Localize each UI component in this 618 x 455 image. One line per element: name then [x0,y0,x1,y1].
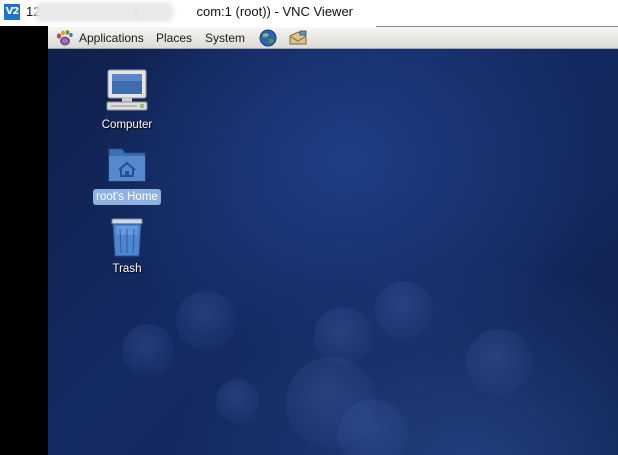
wallpaper-bubble [375,281,433,339]
home-folder-icon [108,148,146,182]
redacted-hostname-blur [34,2,174,22]
desktop-icon-trash[interactable]: Trash [77,215,177,277]
desktop-background[interactable]: Computer root's Home Trash [48,49,618,455]
places-menu[interactable]: Places [156,27,192,49]
wallpaper-bubble [176,291,236,351]
trash-icon [111,218,143,257]
vnc-viewer-logo-icon: V2 [4,4,20,20]
wallpaper-bubble [314,307,372,365]
gnome-top-panel: Applications Places System [48,27,618,49]
wallpaper-bubble [338,399,408,455]
viewer-black-margin [0,26,48,455]
places-menu-label: Places [156,31,193,45]
desktop-icon-computer[interactable]: Computer [77,67,177,133]
wallpaper-bubble [216,379,260,423]
system-menu[interactable]: System [205,27,245,49]
system-menu-label: System [205,31,246,45]
desktop-icon-label: root's Home [93,189,161,205]
vnc-viewer-window: V2 12 ( com:1 (root)) - VNC Viewer Appli… [0,0,618,455]
wallpaper-bubble [466,329,532,395]
desktop-icon-home[interactable]: root's Home [77,143,177,205]
desktop-icon-label: Computer [101,119,153,131]
web-browser-icon[interactable] [258,28,278,48]
mail-client-icon[interactable] [288,28,308,48]
desktop-icon-label: Trash [112,263,142,275]
wallpaper-bubble [122,324,174,376]
window-title-bar[interactable]: V2 12 ( com:1 (root)) - VNC Viewer [0,0,618,26]
computer-icon [106,69,148,111]
applications-menu-label: Applications [79,31,144,45]
gnome-foot-icon [56,30,73,46]
